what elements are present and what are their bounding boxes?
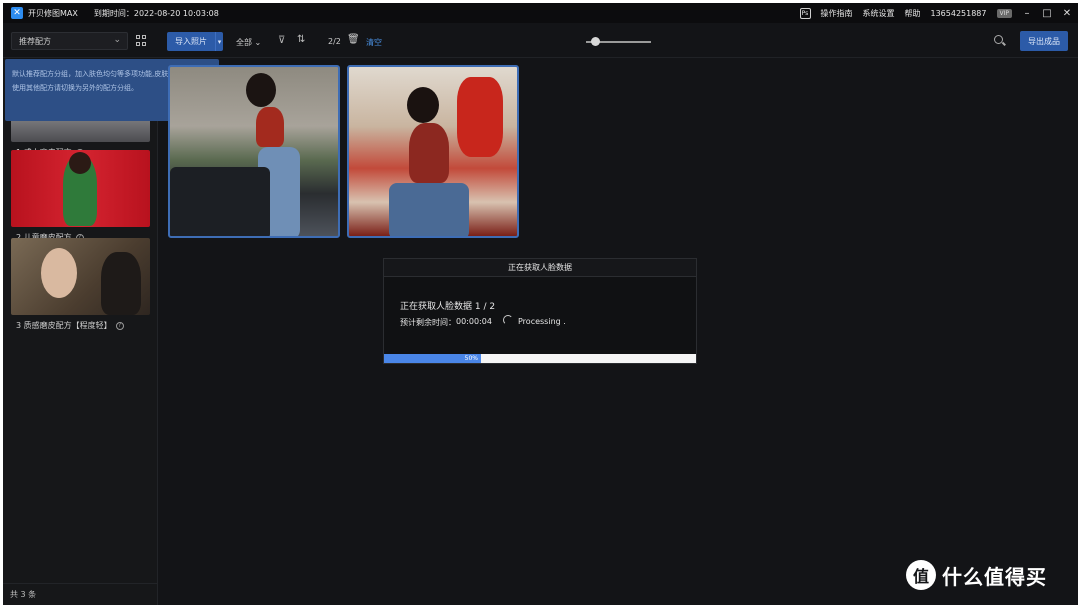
dialog-title: 正在获取人脸数据 [384,259,696,277]
filter-value: 全部 [236,38,252,47]
photo-thumbnail[interactable] [347,65,519,238]
watermark-logo-icon [906,560,936,590]
photo-count: 2/2 [328,37,341,46]
expire-time: 到期时间：2022-08-20 10:03:08 [93,8,219,18]
help-icon[interactable]: ? [115,321,124,330]
dialog-message: 正在获取人脸数据 1 / 2 [400,302,496,312]
account-number[interactable]: 13654251887 [931,9,987,18]
figure-jeans [389,183,469,236]
app-logo-icon: ✕ [11,7,23,19]
watermark-text: 什么值得买 [942,564,1047,589]
title-bar: ✕ 开贝修图MAX 到期时间：2022-08-20 10:03:08 Ps 操作… [3,3,1078,23]
scheme-thumbnail [11,238,150,315]
scheme-card[interactable]: 2 儿童磨皮配方 ? [11,150,150,243]
child-head [69,152,91,174]
car-shape [170,167,270,236]
scheme-group-select[interactable]: 推荐配方 ⌄ [11,32,128,50]
title-bar-actions: Ps 操作指南 系统设置 帮助 13654251887 VIP – □ ✕ [799,3,1073,23]
chevron-down-icon: ⌄ [254,38,262,47]
chevron-down-icon: ⌄ [113,35,121,45]
help-link[interactable]: 帮助 [905,8,921,19]
scheme-label: 3 质感磨皮配方【程度轻】 [16,321,112,330]
clear-button[interactable]: 清空 [366,37,382,48]
remaining-time-value: 00:00:04 [456,317,492,326]
processing-status: Processing . [518,317,566,326]
progress-bar: 50% [384,354,696,363]
statue-shape [457,77,503,157]
close-icon[interactable]: ✕ [1062,8,1072,19]
import-dropdown-icon[interactable]: ▾ [215,32,223,51]
export-button[interactable]: 导出成品 [1020,31,1068,51]
settings-link[interactable]: 系统设置 [863,8,895,19]
progress-dialog: 正在获取人脸数据 正在获取人脸数据 1 / 2 预计剩余时间： 00:00:04… [383,258,697,364]
toolbar: 推荐配方 ⌄ 导入照片 ▾ 全部 ⌄ ⊽ ⇅ 2/2 🗑 清空 导出成品 [3,23,1078,58]
figure-head [246,73,276,107]
remaining-time-label: 预计剩余时间： [400,318,456,327]
photoshop-icon[interactable]: Ps [799,7,811,19]
scheme-card[interactable]: 3 质感磨皮配方【程度轻】 ? [11,238,150,331]
man-shape [101,252,141,315]
photo-thumbnail[interactable] [168,65,340,238]
zoom-slider-handle[interactable] [591,37,600,46]
scheme-sidebar: 1 成人磨皮配方 ? 2 儿童磨皮配方 ? 3 质感磨皮配方【程度轻】 ? [3,59,158,605]
vip-badge: VIP [996,8,1012,18]
scheme-thumbnail [11,150,150,227]
figure-top [409,123,449,183]
scheme-label-row: 3 质感磨皮配方【程度轻】 ? [16,320,150,331]
guide-link[interactable]: 操作指南 [821,8,853,19]
grid-view-icon[interactable] [136,35,147,46]
scheme-group-value: 推荐配方 [19,36,51,46]
app-window: ✕ 开贝修图MAX 到期时间：2022-08-20 10:03:08 Ps 操作… [3,3,1078,605]
face-shape [41,248,77,298]
sort-icon[interactable]: ⇅ [297,34,305,45]
import-photos-button[interactable]: 导入照片 [167,32,215,51]
figure-head [407,87,439,123]
trash-icon[interactable]: 🗑 [347,34,360,45]
funnel-icon[interactable]: ⊽ [278,35,285,46]
loading-spinner-icon [503,315,513,325]
app-name: 开贝修图MAX [28,8,78,18]
watermark: 什么值得买 [906,560,1047,590]
maximize-icon[interactable]: □ [1042,8,1052,19]
figure-top [256,107,284,147]
minimize-icon[interactable]: – [1022,8,1032,19]
scheme-count: 共 3 条 [3,583,158,605]
progress-label: 50% [464,355,478,362]
search-icon[interactable] [994,35,1003,44]
filter-select[interactable]: 全部 ⌄ [236,37,261,48]
